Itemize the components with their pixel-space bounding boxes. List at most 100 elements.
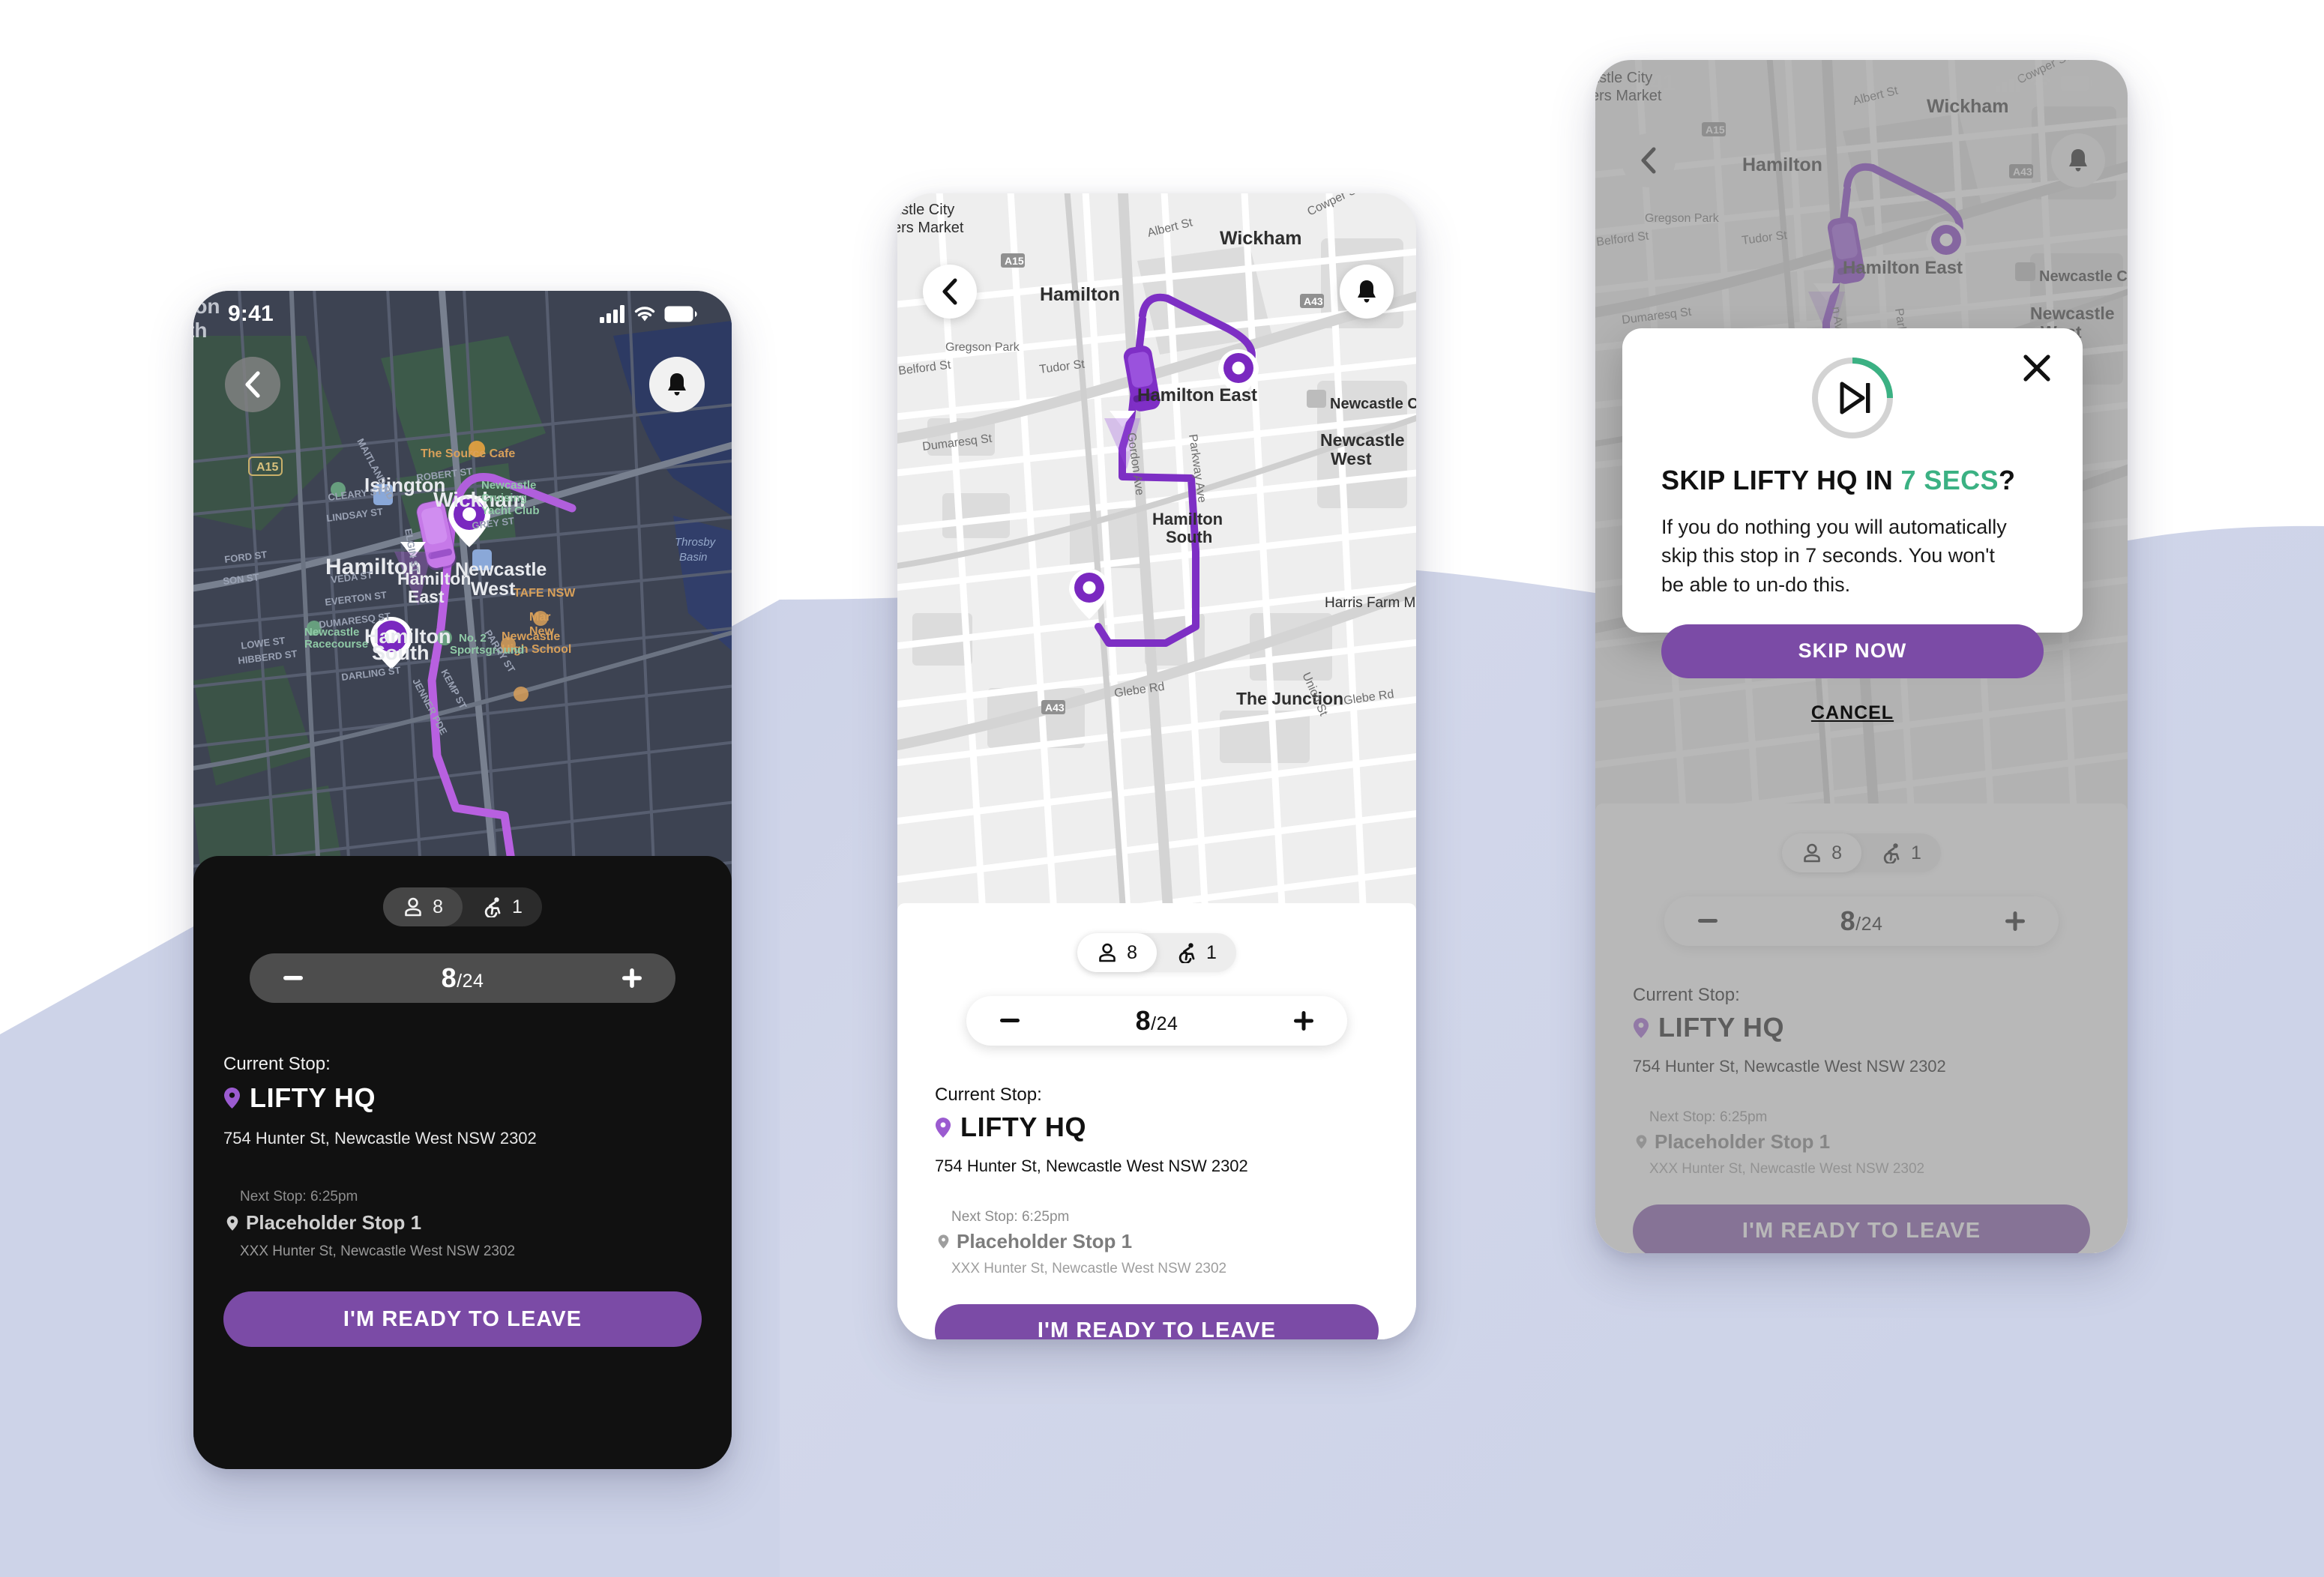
phone-screen-light: Wickham Hamilton Hamilton East Newcastle… (897, 193, 1416, 1339)
svg-text:The Source Cafe: The Source Cafe (421, 447, 515, 460)
current-stop-address: 754 Hunter St, Newcastle West NSW 2302 (935, 1157, 1248, 1175)
occupancy-chips: 8 1 (935, 933, 1379, 972)
minus-icon (283, 976, 303, 980)
next-stop-name-row: Placeholder Stop 1 (226, 1211, 702, 1234)
minus-icon (1000, 1019, 1020, 1022)
chevron-left-icon (942, 278, 957, 305)
current-count: 8 (1135, 1005, 1152, 1036)
map-pin-icon (938, 1234, 949, 1249)
passenger-chip[interactable]: 8 (1077, 933, 1157, 972)
wheelchair-chip[interactable]: 1 (1157, 933, 1236, 972)
svg-text:No. 2: No. 2 (459, 632, 487, 645)
wheelchair-count: 1 (512, 896, 523, 917)
capacity-stepper: 8/24 (250, 953, 675, 1003)
occupancy-chips: 8 1 (223, 887, 702, 926)
bottom-sheet-light: 8 1 8/24 (897, 903, 1416, 1339)
status-bar: 9:41 (193, 291, 732, 337)
capacity-max: 24 (1156, 1013, 1178, 1034)
svg-text:Wickham: Wickham (1220, 228, 1302, 249)
current-stop-address: 754 Hunter St, Newcastle West NSW 2302 (223, 1129, 537, 1148)
svg-text:astle City: astle City (897, 202, 954, 218)
phone-screen-modal: Wickham Hamilton Hamilton East Newcastle… (1595, 60, 2128, 1253)
ready-to-leave-button[interactable]: I'M READY TO LEAVE (223, 1291, 702, 1347)
next-stop-address: XXX Hunter St, Newcastle West NSW 2302 (240, 1243, 516, 1259)
svg-text:Hamilton: Hamilton (1152, 510, 1223, 528)
current-stop-name-row: LIFTY HQ (223, 1082, 702, 1114)
svg-text:Basin: Basin (679, 551, 708, 564)
wifi-icon (634, 307, 655, 322)
svg-text:West: West (471, 579, 516, 600)
notifications-button[interactable] (649, 357, 705, 412)
cellular-signal-icon (600, 305, 624, 323)
svg-text:Newcastle C: Newcastle C (1330, 396, 1416, 412)
back-button[interactable] (923, 265, 977, 319)
bottom-sheet-dark: 8 1 8/24 Current Stop: LIFTY HQ 754 Hunt… (193, 856, 732, 1469)
svg-text:A15: A15 (1005, 255, 1024, 267)
current-stop-label: Current Stop: (935, 1085, 1042, 1105)
svg-text:South: South (1166, 528, 1212, 546)
skip-stop-dialog: SKIP LIFTY HQ IN 7 SECS? If you do nothi… (1622, 328, 2083, 723)
svg-text:Cruising: Cruising (481, 492, 527, 504)
skip-now-button[interactable]: SKIP NOW (1661, 624, 2044, 678)
map-pin-icon (935, 1117, 951, 1138)
dialog-title-countdown: 7 SECS (1900, 465, 1999, 495)
svg-text:Newcastle: Newcastle (481, 479, 536, 492)
svg-text:A43: A43 (1045, 702, 1065, 714)
person-icon (405, 897, 421, 917)
cancel-button[interactable]: CANCEL (1661, 702, 2044, 724)
svg-text:South: South (372, 642, 429, 664)
svg-text:ers Market: ers Market (897, 220, 964, 236)
current-stop-name: LIFTY HQ (960, 1112, 1087, 1142)
wheelchair-icon (1178, 943, 1195, 963)
status-time: 9:41 (228, 301, 274, 326)
next-stop-name: Placeholder Stop 1 (957, 1230, 1133, 1252)
decrement-button[interactable] (272, 957, 314, 999)
close-dialog-button[interactable] (2017, 348, 2057, 388)
back-button[interactable] (225, 357, 280, 412)
dialog-title: SKIP LIFTY HQ IN 7 SECS? (1661, 465, 2044, 496)
svg-text:A43: A43 (1304, 295, 1323, 307)
svg-text:Newcastle: Newcastle (1320, 430, 1405, 450)
wheelchair-chip[interactable]: 1 (463, 887, 542, 926)
dialog-title-suffix: ? (1998, 465, 2016, 495)
skip-forward-icon (1812, 358, 1893, 438)
skip-countdown-ring (1661, 354, 2044, 442)
svg-text:Newcastle: Newcastle (502, 630, 560, 643)
phone-screen-dark: Islington Wickham Hamilton Hamilton East… (193, 291, 732, 1469)
dialog-title-prefix: SKIP LIFTY HQ IN (1661, 465, 1901, 495)
next-stop-name: Placeholder Stop 1 (246, 1211, 422, 1234)
capacity-stepper: 8/24 (966, 996, 1347, 1046)
svg-text:Racecourse: Racecourse (304, 638, 368, 651)
next-stop-label: Next Stop: 6:25pm (951, 1209, 1070, 1225)
capacity-value: 8/24 (1136, 1005, 1178, 1037)
map-pin-icon (224, 1088, 240, 1109)
svg-text:Harris Farm M: Harris Farm M (1325, 595, 1415, 611)
next-stop-label: Next Stop: 6:25pm (240, 1189, 358, 1204)
close-icon (2023, 355, 2050, 382)
dialog-body-text: If you do nothing you will automatically… (1661, 516, 2007, 596)
notifications-button[interactable] (1340, 265, 1394, 319)
current-stop-name: LIFTY HQ (250, 1082, 376, 1113)
increment-button[interactable] (611, 957, 653, 999)
svg-text:Gregson Park: Gregson Park (945, 341, 1020, 354)
svg-text:The Junction: The Junction (1236, 689, 1343, 708)
plus-icon (621, 968, 642, 988)
count-separator: / (457, 971, 463, 992)
battery-icon (664, 306, 697, 322)
svg-text:Hamilton East: Hamilton East (1137, 385, 1257, 405)
svg-text:Sportsground: Sportsground (450, 644, 524, 657)
increment-button[interactable] (1283, 1000, 1325, 1042)
current-stop-label: Current Stop: (223, 1054, 331, 1074)
count-separator: / (1151, 1013, 1157, 1034)
ready-to-leave-button[interactable]: I'M READY TO LEAVE (935, 1304, 1379, 1339)
passenger-chip[interactable]: 8 (383, 887, 463, 926)
next-stop-name-row: Placeholder Stop 1 (938, 1230, 1379, 1253)
svg-text:TAFE NSW: TAFE NSW (514, 587, 576, 600)
svg-text:West: West (1331, 449, 1372, 468)
decrement-button[interactable] (989, 1000, 1031, 1042)
plus-icon (1293, 1011, 1313, 1031)
current-count: 8 (441, 962, 457, 993)
svg-text:Hamilton: Hamilton (1040, 284, 1120, 305)
next-stop-address: XXX Hunter St, Newcastle West NSW 2302 (951, 1261, 1227, 1276)
bell-icon (668, 373, 686, 396)
